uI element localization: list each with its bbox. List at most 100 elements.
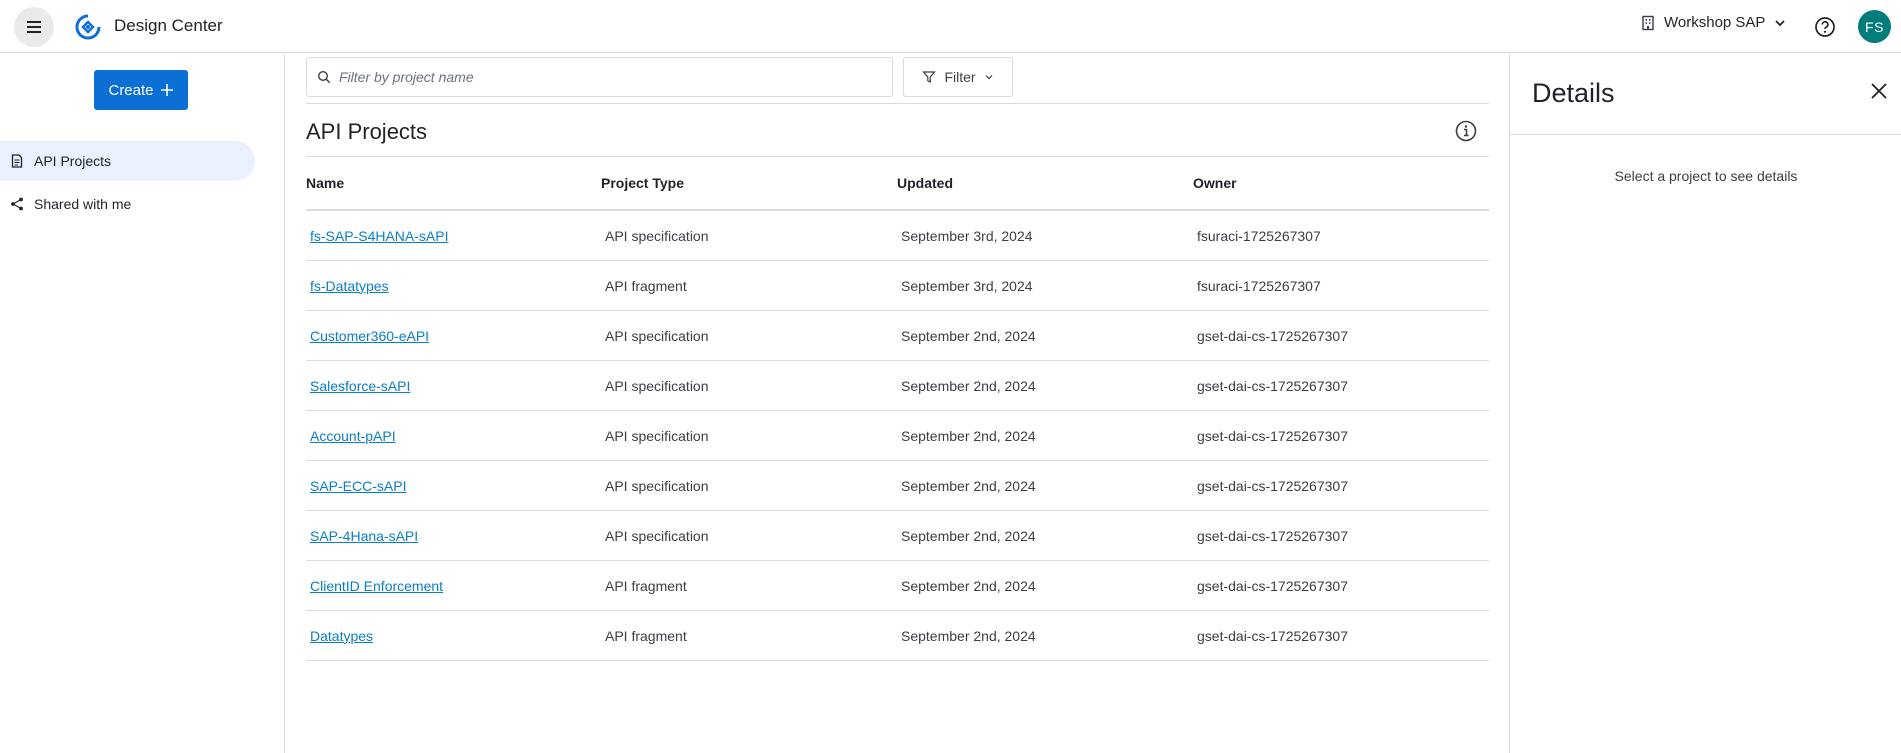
project-name-link[interactable]: fs-SAP-S4HANA-sAPI xyxy=(310,228,448,244)
left-sidebar: Create API Projects Shared with me xyxy=(0,54,285,753)
table-row[interactable]: fs-SAP-S4HANA-sAPI API specification Septe… xyxy=(306,211,1489,261)
project-type-cell: API specification xyxy=(605,377,709,394)
app-title: Design Center xyxy=(114,16,223,35)
details-panel: Details Select a project to see details xyxy=(1509,54,1901,753)
owner-cell: gset-dai-cs-1725267307 xyxy=(1197,627,1348,644)
owner-cell: fsuraci-1725267307 xyxy=(1197,277,1321,294)
sidebar-item-label: Shared with me xyxy=(34,196,132,212)
col-type-cell: API specification xyxy=(601,528,897,544)
column-header-updated[interactable]: Updated xyxy=(897,175,1193,191)
help-icon[interactable] xyxy=(1813,15,1837,39)
sidebar-item-api-projects[interactable]: API Projects xyxy=(0,141,255,181)
chevron-down-icon xyxy=(1775,19,1786,26)
search-input[interactable] xyxy=(339,69,869,85)
table-row[interactable]: Datatypes API fragment September 2nd, 2024… xyxy=(306,611,1489,661)
building-icon xyxy=(1642,15,1654,30)
updated-cell: September 2nd, 2024 xyxy=(901,527,1036,544)
projects-table: Name Project Type Updated Owner fs-SAP-S… xyxy=(306,157,1489,661)
col-upd-cell: September 2nd, 2024 xyxy=(897,528,1193,544)
owner-cell: gset-dai-cs-1725267307 xyxy=(1197,577,1348,594)
updated-cell: September 2nd, 2024 xyxy=(901,377,1036,394)
project-type-cell: API specification xyxy=(605,527,709,544)
col-upd-cell: September 2nd, 2024 xyxy=(897,628,1193,644)
col-type-cell: API specification xyxy=(601,478,897,494)
table-row[interactable]: Customer360-eAPI API specification Septemb… xyxy=(306,311,1489,361)
col-type-cell: API specification xyxy=(601,428,897,444)
col-name-cell: Datatypes xyxy=(306,628,601,644)
info-icon[interactable] xyxy=(1454,119,1478,143)
col-type-cell: API fragment xyxy=(601,278,897,294)
col-owner-cell: fsuraci-1725267307 xyxy=(1193,278,1489,294)
filter-button[interactable]: Filter xyxy=(903,57,1013,97)
details-empty-message: Select a project to see details xyxy=(1614,168,1798,184)
col-owner-cell: gset-dai-cs-1725267307 xyxy=(1193,628,1489,644)
col-upd-cell: September 2nd, 2024 xyxy=(897,578,1193,594)
column-header-owner[interactable]: Owner xyxy=(1193,175,1489,191)
updated-cell: September 3rd, 2024 xyxy=(901,227,1033,244)
table-row[interactable]: Salesforce-sAPI API specification Septembe… xyxy=(306,361,1489,411)
close-icon[interactable] xyxy=(1868,80,1890,102)
project-name-link[interactable]: SAP-4Hana-sAPI xyxy=(310,528,418,544)
project-name-link[interactable]: SAP-ECC-sAPI xyxy=(310,478,406,494)
top-bar: Design Center Workshop SAP FS xyxy=(0,0,1901,53)
document-icon xyxy=(11,154,23,168)
project-name-link[interactable]: Salesforce-sAPI xyxy=(310,378,410,394)
col-type-cell: API specification xyxy=(601,328,897,344)
col-upd-cell: September 2nd, 2024 xyxy=(897,478,1193,494)
owner-cell: gset-dai-cs-1725267307 xyxy=(1197,477,1348,494)
table-row[interactable]: SAP-4Hana-sAPI API specification September… xyxy=(306,511,1489,561)
project-name-link[interactable]: Datatypes xyxy=(310,628,373,644)
divider xyxy=(306,103,1489,104)
updated-cell: September 2nd, 2024 xyxy=(901,327,1036,344)
table-row[interactable]: SAP-ECC-sAPI API specification September 2… xyxy=(306,461,1489,511)
col-type-cell: API specification xyxy=(601,228,897,244)
create-button[interactable]: Create xyxy=(94,70,188,110)
table-row[interactable]: ClientID Enforcement API fragment Septembe… xyxy=(306,561,1489,611)
design-center-logo[interactable] xyxy=(74,13,102,41)
col-owner-cell: gset-dai-cs-1725267307 xyxy=(1193,478,1489,494)
col-upd-cell: September 2nd, 2024 xyxy=(897,428,1193,444)
share-icon xyxy=(11,197,23,211)
owner-cell: gset-dai-cs-1725267307 xyxy=(1197,527,1348,544)
col-owner-cell: fsuraci-1725267307 xyxy=(1193,228,1489,244)
col-type-cell: API specification xyxy=(601,378,897,394)
project-name-link[interactable]: ClientID Enforcement xyxy=(310,578,443,594)
sidebar-item-shared-with-me[interactable]: Shared with me xyxy=(0,184,255,224)
owner-cell: gset-dai-cs-1725267307 xyxy=(1197,327,1348,344)
col-name-cell: ClientID Enforcement xyxy=(306,578,601,594)
org-name: Workshop SAP xyxy=(1664,14,1766,31)
project-name-link[interactable]: Customer360-eAPI xyxy=(310,328,429,344)
main-menu-button[interactable] xyxy=(14,7,54,47)
updated-cell: September 2nd, 2024 xyxy=(901,627,1036,644)
org-switcher[interactable]: Workshop SAP xyxy=(1640,14,1787,31)
details-title: Details xyxy=(1532,78,1615,108)
search-box[interactable] xyxy=(306,57,893,97)
project-type-cell: API specification xyxy=(605,227,709,244)
search-icon xyxy=(317,70,331,84)
col-owner-cell: gset-dai-cs-1725267307 xyxy=(1193,378,1489,394)
create-button-label: Create xyxy=(108,81,154,99)
table-header: Name Project Type Updated Owner xyxy=(306,157,1489,211)
col-name-cell: Customer360-eAPI xyxy=(306,328,601,344)
project-name-link[interactable]: fs-Datatypes xyxy=(310,278,389,294)
col-name-cell: SAP-ECC-sAPI xyxy=(306,478,601,494)
table-row[interactable]: fs-Datatypes API fragment September 3rd, 2… xyxy=(306,261,1489,311)
owner-cell: fsuraci-1725267307 xyxy=(1197,227,1321,244)
project-name-link[interactable]: Account-pAPI xyxy=(310,428,396,444)
project-type-cell: API specification xyxy=(605,427,709,444)
divider xyxy=(1510,134,1901,135)
table-row[interactable]: Account-pAPI API specification September 2… xyxy=(306,411,1489,461)
col-type-cell: API fragment xyxy=(601,578,897,594)
project-type-cell: API fragment xyxy=(605,627,687,644)
chevron-down-icon xyxy=(985,75,992,80)
plus-icon xyxy=(160,84,173,96)
updated-cell: September 2nd, 2024 xyxy=(901,427,1036,444)
col-upd-cell: September 2nd, 2024 xyxy=(897,378,1193,394)
col-name-cell: Salesforce-sAPI xyxy=(306,378,601,394)
col-owner-cell: gset-dai-cs-1725267307 xyxy=(1193,328,1489,344)
col-owner-cell: gset-dai-cs-1725267307 xyxy=(1193,578,1489,594)
user-avatar[interactable]: FS xyxy=(1858,10,1891,43)
column-header-project-type[interactable]: Project Type xyxy=(601,175,897,191)
column-header-name[interactable]: Name xyxy=(306,175,601,191)
col-owner-cell: gset-dai-cs-1725267307 xyxy=(1193,428,1489,444)
